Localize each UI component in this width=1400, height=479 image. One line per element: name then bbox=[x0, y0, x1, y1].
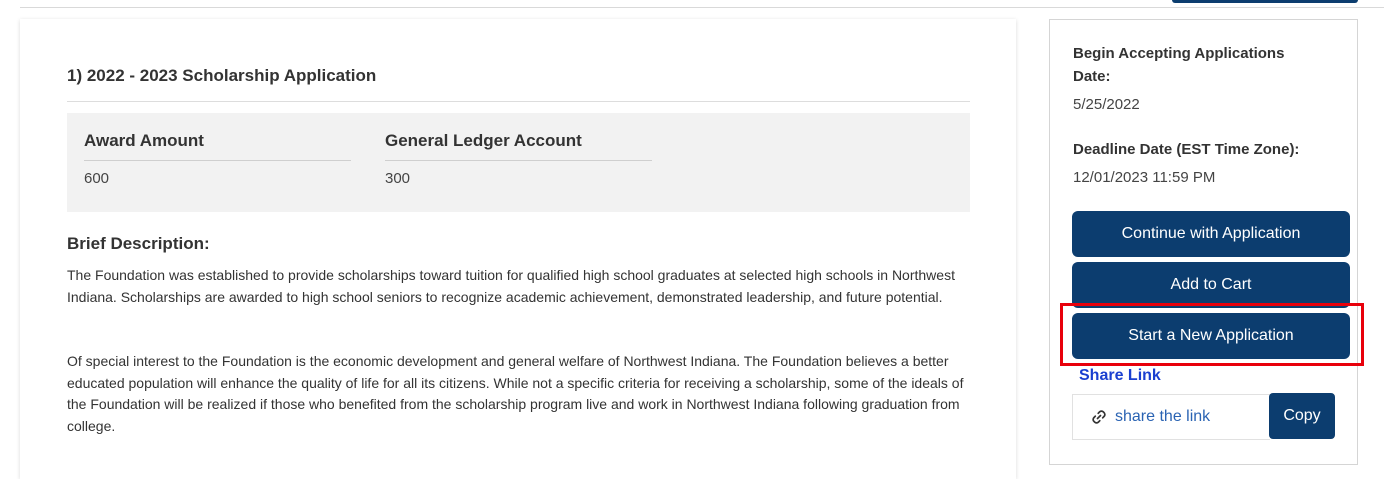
application-title: 1) 2022 - 2023 Scholarship Application bbox=[67, 66, 377, 85]
award-info-panel: Award Amount 600 General Ledger Account … bbox=[67, 113, 970, 212]
description-paragraph-1: The Foundation was established to provid… bbox=[67, 267, 955, 305]
ledger-account-label: General Ledger Account bbox=[385, 131, 652, 161]
award-amount-column: Award Amount 600 bbox=[84, 131, 351, 187]
begin-date-label: Begin Accepting Applications Date: bbox=[1073, 45, 1285, 85]
top-divider bbox=[20, 7, 1384, 8]
application-sidebar: Begin Accepting Applications Date: 5/25/… bbox=[1049, 19, 1358, 465]
title-divider bbox=[67, 101, 970, 102]
share-link-label: Share Link bbox=[1079, 367, 1161, 384]
top-button-edge[interactable] bbox=[1172, 0, 1358, 3]
award-amount-value: 600 bbox=[84, 170, 110, 187]
deadline-label: Deadline Date (EST Time Zone): bbox=[1073, 141, 1300, 158]
continue-application-button[interactable]: Continue with Application bbox=[1072, 211, 1350, 257]
start-new-application-button[interactable]: Start a New Application bbox=[1072, 313, 1350, 359]
add-to-cart-button[interactable]: Add to Cart bbox=[1072, 262, 1350, 308]
ledger-account-column: General Ledger Account 300 bbox=[385, 131, 652, 187]
share-link-text: share the link bbox=[1115, 408, 1211, 425]
award-amount-label: Award Amount bbox=[84, 131, 351, 161]
begin-date-value: 5/25/2022 bbox=[1073, 96, 1140, 113]
description-paragraph-2: Of special interest to the Foundation is… bbox=[67, 353, 964, 434]
description-heading: Brief Description: bbox=[67, 234, 210, 253]
copy-link-button[interactable]: Copy bbox=[1269, 393, 1335, 439]
share-link[interactable]: share the link bbox=[1072, 394, 1270, 440]
link-icon bbox=[1091, 409, 1107, 425]
application-details-card: 1) 2022 - 2023 Scholarship Application A… bbox=[20, 19, 1016, 479]
ledger-account-value: 300 bbox=[385, 170, 411, 187]
deadline-value: 12/01/2023 11:59 PM bbox=[1073, 169, 1216, 186]
